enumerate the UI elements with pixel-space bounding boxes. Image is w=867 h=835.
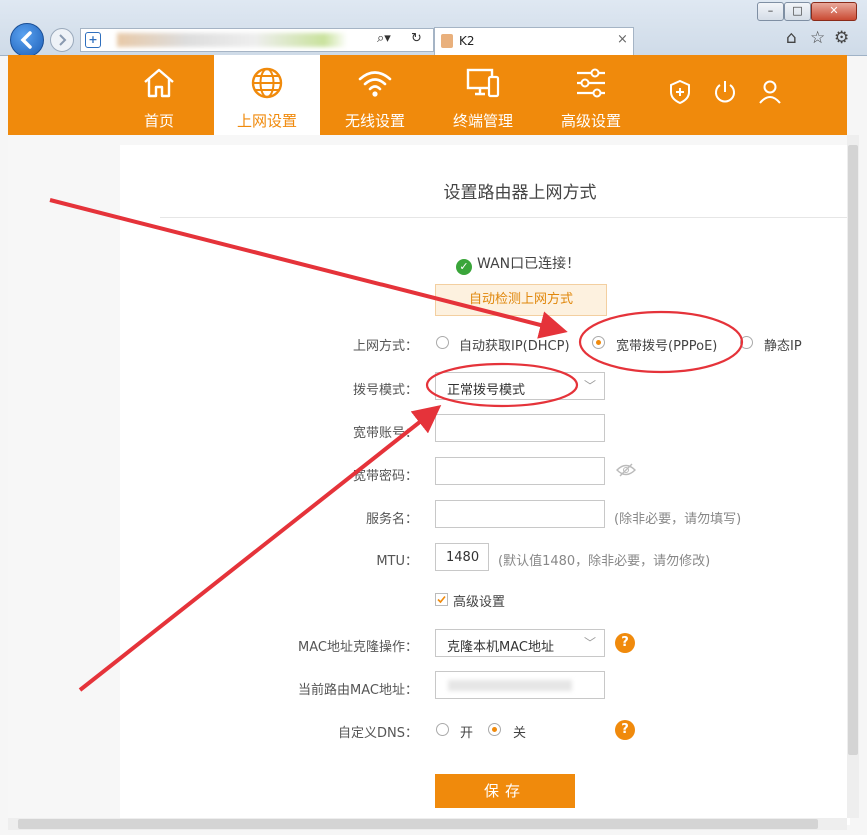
- checkmark-icon: [437, 595, 446, 604]
- nav-item-wireless[interactable]: 无线设置: [322, 55, 428, 135]
- gear-icon[interactable]: ⚙: [834, 28, 849, 48]
- help-icon[interactable]: ?: [615, 633, 635, 653]
- dial-mode-select[interactable]: 正常拨号模式 ﹀: [435, 372, 605, 400]
- minimize-button[interactable]: –: [757, 2, 784, 21]
- mtu-hint: (默认值1480，除非必要，请勿修改): [498, 554, 711, 569]
- devices-icon: [466, 68, 500, 98]
- shield-icon[interactable]: [668, 79, 692, 105]
- service-label: 服务名：: [365, 512, 418, 527]
- help-icon[interactable]: ?: [615, 720, 635, 740]
- eye-hidden-icon[interactable]: [616, 463, 636, 477]
- current-mac-label: 当前路由MAC地址：: [298, 683, 418, 698]
- search-icon[interactable]: ⌕▾: [377, 31, 391, 46]
- mtu-value: 1480: [446, 550, 480, 565]
- back-icon: [20, 31, 32, 49]
- settings-panel: 设置路由器上网方式 ✓ WAN口已连接！ 自动检测上网方式 上网方式： 自动获取I…: [120, 145, 850, 825]
- radio-static-ip-label: 静态IP: [764, 339, 802, 354]
- service-input[interactable]: [435, 500, 605, 528]
- sliders-icon: [577, 68, 605, 98]
- advanced-label: 高级设置: [453, 595, 506, 610]
- mtu-input[interactable]: 1480: [435, 543, 489, 571]
- mac-clone-value: 克隆本机MAC地址: [447, 640, 554, 655]
- dial-mode-label: 拨号模式：: [352, 383, 418, 398]
- browser-chrome: – □ ✕ + ⌕▾ ↻ K2 × ⌂ ☆ ⚙: [0, 0, 867, 57]
- nav-label: 上网设置: [236, 112, 297, 130]
- forward-icon: [59, 34, 67, 46]
- service-hint: (除非必要，请勿填写): [614, 512, 742, 527]
- account-label: 宽带账号：: [352, 426, 418, 441]
- radio-dns-on[interactable]: [436, 723, 449, 736]
- radio-dns-off-label: 关: [513, 726, 527, 741]
- password-input[interactable]: [435, 457, 605, 485]
- tab-title: K2: [459, 34, 475, 48]
- address-url-blurred: [117, 33, 347, 47]
- address-bar[interactable]: + ⌕▾ ↻: [80, 28, 434, 52]
- globe-icon: [251, 67, 283, 99]
- vertical-scrollbar[interactable]: [847, 135, 859, 818]
- mac-value-blurred: [448, 680, 572, 691]
- nav-label: 高级设置: [560, 112, 621, 130]
- browser-tab[interactable]: K2 ×: [434, 27, 634, 55]
- router-nav-bar: 首页 上网设置 无线设置 终端管理 高级设置: [8, 55, 847, 135]
- back-button[interactable]: [10, 23, 44, 57]
- account-input[interactable]: [435, 414, 605, 442]
- security-icon: +: [85, 32, 101, 48]
- radio-dns-on-label: 开: [460, 726, 474, 741]
- nav-item-home[interactable]: 首页: [106, 55, 212, 135]
- chevron-down-icon: ﹀: [583, 379, 596, 393]
- chevron-down-icon: ﹀: [583, 636, 596, 650]
- radio-pppoe[interactable]: [592, 336, 605, 349]
- scrollbar-thumb[interactable]: [848, 145, 858, 755]
- radio-dns-off[interactable]: [488, 723, 501, 736]
- mac-clone-select[interactable]: 克隆本机MAC地址 ﹀: [435, 629, 605, 657]
- power-icon[interactable]: [713, 79, 737, 105]
- dial-mode-value: 正常拨号模式: [447, 383, 526, 398]
- custom-dns-label: 自定义DNS：: [338, 726, 418, 741]
- current-mac-input[interactable]: [435, 671, 605, 699]
- horizontal-scrollbar[interactable]: [8, 818, 847, 830]
- divider: [160, 217, 850, 218]
- radio-dhcp-label: 自动获取IP(DHCP): [459, 339, 570, 354]
- radio-dhcp[interactable]: [436, 336, 449, 349]
- password-label: 宽带密码：: [352, 469, 418, 484]
- tab-close-button[interactable]: ×: [617, 32, 628, 47]
- refresh-icon[interactable]: ↻: [411, 31, 422, 46]
- maximize-button[interactable]: □: [784, 2, 811, 21]
- wan-status: ✓ WAN口已连接！: [456, 253, 580, 275]
- advanced-checkbox[interactable]: [435, 593, 448, 606]
- check-circle-icon: ✓: [456, 259, 472, 275]
- scrollbar-thumb[interactable]: [18, 819, 818, 829]
- star-icon[interactable]: ☆: [810, 28, 825, 48]
- mac-clone-label: MAC地址克隆操作：: [298, 640, 418, 655]
- radio-static-ip[interactable]: [740, 336, 753, 349]
- mtu-label: MTU：: [376, 554, 418, 569]
- home-icon[interactable]: ⌂: [786, 28, 797, 48]
- radio-pppoe-label: 宽带拨号(PPPoE): [616, 339, 718, 354]
- nav-item-internet[interactable]: 上网设置: [214, 55, 320, 135]
- page-title: 设置路由器上网方式: [443, 183, 597, 203]
- nav-label: 无线设置: [344, 112, 405, 130]
- user-icon[interactable]: [758, 79, 782, 105]
- close-window-button[interactable]: ✕: [811, 2, 857, 21]
- forward-button[interactable]: [50, 28, 74, 52]
- nav-label: 首页: [143, 112, 174, 130]
- nav-label: 终端管理: [452, 112, 513, 130]
- wan-status-text: WAN口已连接！: [477, 256, 581, 272]
- nav-item-devices[interactable]: 终端管理: [430, 55, 536, 135]
- auto-detect-button[interactable]: 自动检测上网方式: [435, 284, 607, 316]
- save-button[interactable]: 保存: [435, 774, 575, 808]
- tab-favicon-icon: [441, 34, 453, 48]
- wan-mode-label: 上网方式：: [352, 339, 418, 354]
- wifi-icon: [358, 71, 392, 97]
- nav-item-advanced[interactable]: 高级设置: [538, 55, 644, 135]
- home-icon: [144, 68, 174, 98]
